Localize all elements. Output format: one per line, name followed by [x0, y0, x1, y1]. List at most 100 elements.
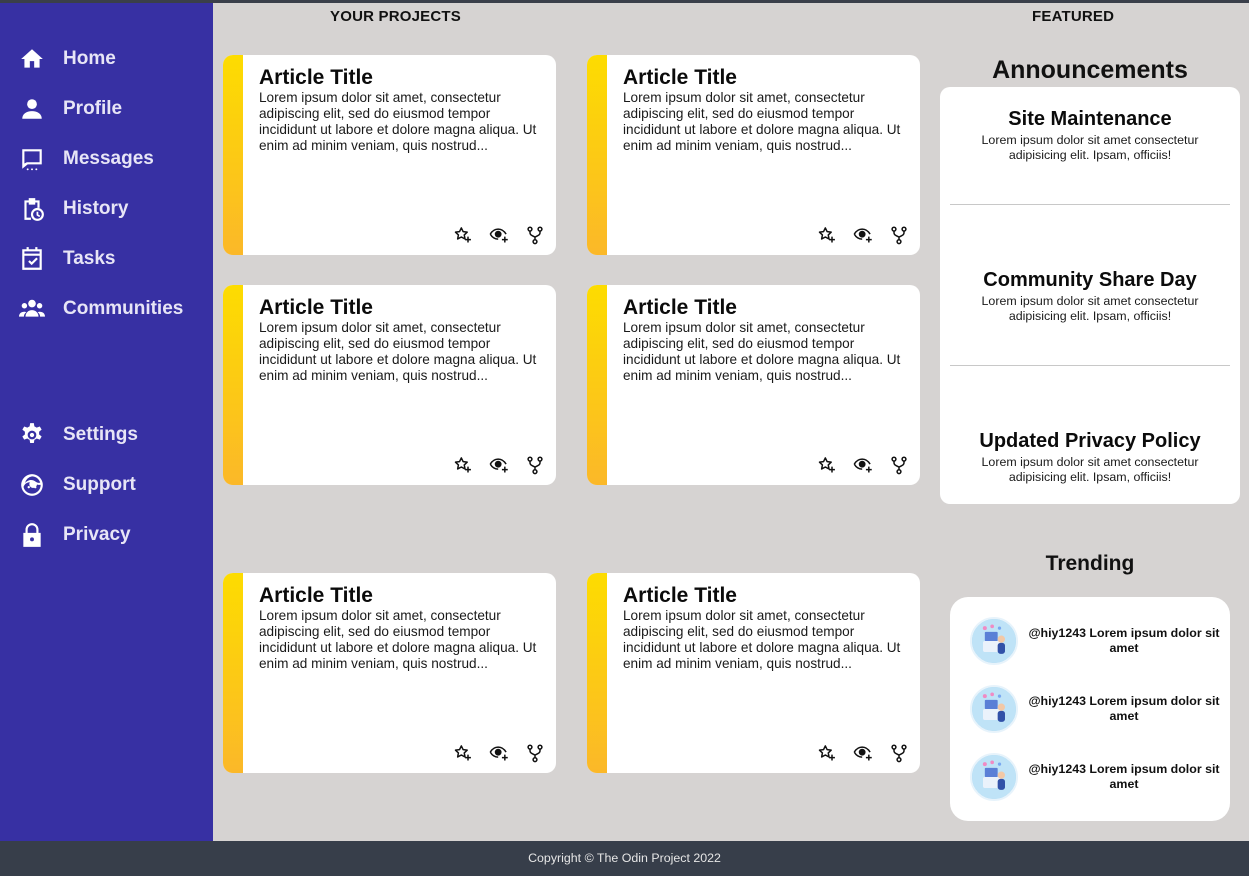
- sidebar-item-label: Messages: [63, 148, 154, 169]
- trending-text: @hiy1243 Lorem ipsum dolor sit amet: [1028, 626, 1220, 655]
- footer: Copyright © The Odin Project 2022: [0, 841, 1249, 876]
- star-add-icon[interactable]: [452, 454, 474, 476]
- sidebar-item-label: History: [63, 198, 129, 219]
- card-body: Lorem ipsum dolor sit amet, consectetur …: [623, 320, 901, 383]
- star-add-icon[interactable]: [816, 454, 838, 476]
- message-icon: [18, 145, 46, 173]
- sidebar-item-label: Support: [63, 474, 136, 495]
- divider: [950, 204, 1230, 205]
- star-add-icon[interactable]: [452, 742, 474, 764]
- card-title: Article Title: [259, 296, 373, 319]
- trending-text: @hiy1243 Lorem ipsum dolor sit amet: [1028, 694, 1220, 723]
- home-icon: [18, 45, 46, 73]
- announcements-panel: Site Maintenance Lorem ipsum dolor sit a…: [940, 87, 1240, 504]
- support-icon: [18, 471, 46, 499]
- card-accent-stripe: [223, 573, 243, 773]
- eye-add-icon[interactable]: [852, 224, 874, 246]
- sidebar-item-history[interactable]: History: [18, 194, 128, 224]
- sidebar-item-tasks[interactable]: Tasks: [18, 244, 115, 274]
- trending-panel: @hiy1243 Lorem ipsum dolor sit amet @hiy…: [950, 597, 1230, 821]
- projects-header: YOUR PROJECTS: [330, 8, 461, 25]
- tasks-icon: [18, 245, 46, 273]
- eye-add-icon[interactable]: [488, 454, 510, 476]
- project-card[interactable]: Article Title Lorem ipsum dolor sit amet,…: [587, 55, 920, 255]
- card-title: Article Title: [623, 584, 737, 607]
- card-title: Article Title: [623, 66, 737, 89]
- announcement-title: Community Share Day: [983, 269, 1197, 291]
- announcement-body: Lorem ipsum dolor sit amet consectetur a…: [981, 294, 1199, 323]
- announcement-item[interactable]: Community Share Day Lorem ipsum dolor si…: [940, 269, 1240, 324]
- card-title: Article Title: [259, 584, 373, 607]
- card-accent-stripe: [587, 573, 607, 773]
- card-actions: [452, 224, 546, 246]
- sidebar-item-label: Communities: [63, 298, 184, 319]
- person-icon: [18, 95, 46, 123]
- sidebar-item-home[interactable]: Home: [18, 44, 116, 74]
- divider: [950, 365, 1230, 366]
- avatar: [970, 753, 1018, 801]
- fork-icon[interactable]: [888, 742, 910, 764]
- sidebar-item-support[interactable]: Support: [18, 470, 136, 500]
- announcement-title: Site Maintenance: [1008, 108, 1172, 130]
- card-actions: [816, 454, 910, 476]
- project-card[interactable]: Article Title Lorem ipsum dolor sit amet,…: [223, 55, 556, 255]
- announcement-item[interactable]: Updated Privacy Policy Lorem ipsum dolor…: [940, 430, 1240, 485]
- announcements-title: Announcements: [992, 56, 1188, 84]
- card-accent-stripe: [587, 285, 607, 485]
- announcement-body: Lorem ipsum dolor sit amet consectetur a…: [981, 455, 1199, 484]
- trending-item[interactable]: @hiy1243 Lorem ipsum dolor sit amet: [970, 616, 1220, 666]
- featured-header: FEATURED: [1032, 8, 1115, 25]
- star-add-icon[interactable]: [816, 742, 838, 764]
- trending-text: @hiy1243 Lorem ipsum dolor sit amet: [1028, 762, 1220, 791]
- sidebar-item-label: Home: [63, 48, 116, 69]
- sidebar-item-privacy[interactable]: Privacy: [18, 520, 131, 550]
- sidebar-item-label: Tasks: [63, 248, 116, 269]
- eye-add-icon[interactable]: [852, 742, 874, 764]
- lock-icon: [18, 521, 46, 549]
- trending-item[interactable]: @hiy1243 Lorem ipsum dolor sit amet: [970, 752, 1220, 802]
- sidebar-item-label: Settings: [63, 424, 138, 445]
- sidebar: Home Profile Messages History Tasks Comm…: [0, 3, 213, 841]
- card-body: Lorem ipsum dolor sit amet, consectetur …: [259, 90, 537, 153]
- eye-add-icon[interactable]: [488, 742, 510, 764]
- card-actions: [452, 742, 546, 764]
- communities-icon: [18, 295, 46, 323]
- announcement-item[interactable]: Site Maintenance Lorem ipsum dolor sit a…: [940, 108, 1240, 163]
- trending-title: Trending: [1045, 552, 1135, 575]
- fork-icon[interactable]: [524, 742, 546, 764]
- announcement-title: Updated Privacy Policy: [979, 430, 1201, 452]
- card-accent-stripe: [223, 55, 243, 255]
- sidebar-item-settings[interactable]: Settings: [18, 420, 138, 450]
- sidebar-item-label: Profile: [63, 98, 123, 119]
- card-body: Lorem ipsum dolor sit amet, consectetur …: [623, 90, 901, 153]
- fork-icon[interactable]: [524, 224, 546, 246]
- star-add-icon[interactable]: [816, 224, 838, 246]
- sidebar-item-communities[interactable]: Communities: [18, 294, 183, 324]
- avatar: [970, 685, 1018, 733]
- sidebar-item-label: Privacy: [63, 524, 131, 545]
- sidebar-item-messages[interactable]: Messages: [18, 144, 154, 174]
- sidebar-item-profile[interactable]: Profile: [18, 94, 122, 124]
- fork-icon[interactable]: [888, 224, 910, 246]
- fork-icon[interactable]: [888, 454, 910, 476]
- card-title: Article Title: [623, 296, 737, 319]
- eye-add-icon[interactable]: [852, 454, 874, 476]
- avatar: [970, 617, 1018, 665]
- card-actions: [816, 224, 910, 246]
- announcement-body: Lorem ipsum dolor sit amet consectetur a…: [981, 133, 1199, 162]
- eye-add-icon[interactable]: [488, 224, 510, 246]
- card-actions: [816, 742, 910, 764]
- card-body: Lorem ipsum dolor sit amet, consectetur …: [623, 608, 901, 671]
- card-body: Lorem ipsum dolor sit amet, consectetur …: [259, 320, 537, 383]
- card-title: Article Title: [259, 66, 373, 89]
- history-icon: [18, 195, 46, 223]
- project-card[interactable]: Article Title Lorem ipsum dolor sit amet,…: [223, 285, 556, 485]
- card-actions: [452, 454, 546, 476]
- trending-item[interactable]: @hiy1243 Lorem ipsum dolor sit amet: [970, 684, 1220, 734]
- project-card[interactable]: Article Title Lorem ipsum dolor sit amet,…: [587, 285, 920, 485]
- card-accent-stripe: [587, 55, 607, 255]
- fork-icon[interactable]: [524, 454, 546, 476]
- project-card[interactable]: Article Title Lorem ipsum dolor sit amet,…: [587, 573, 920, 773]
- star-add-icon[interactable]: [452, 224, 474, 246]
- project-card[interactable]: Article Title Lorem ipsum dolor sit amet,…: [223, 573, 556, 773]
